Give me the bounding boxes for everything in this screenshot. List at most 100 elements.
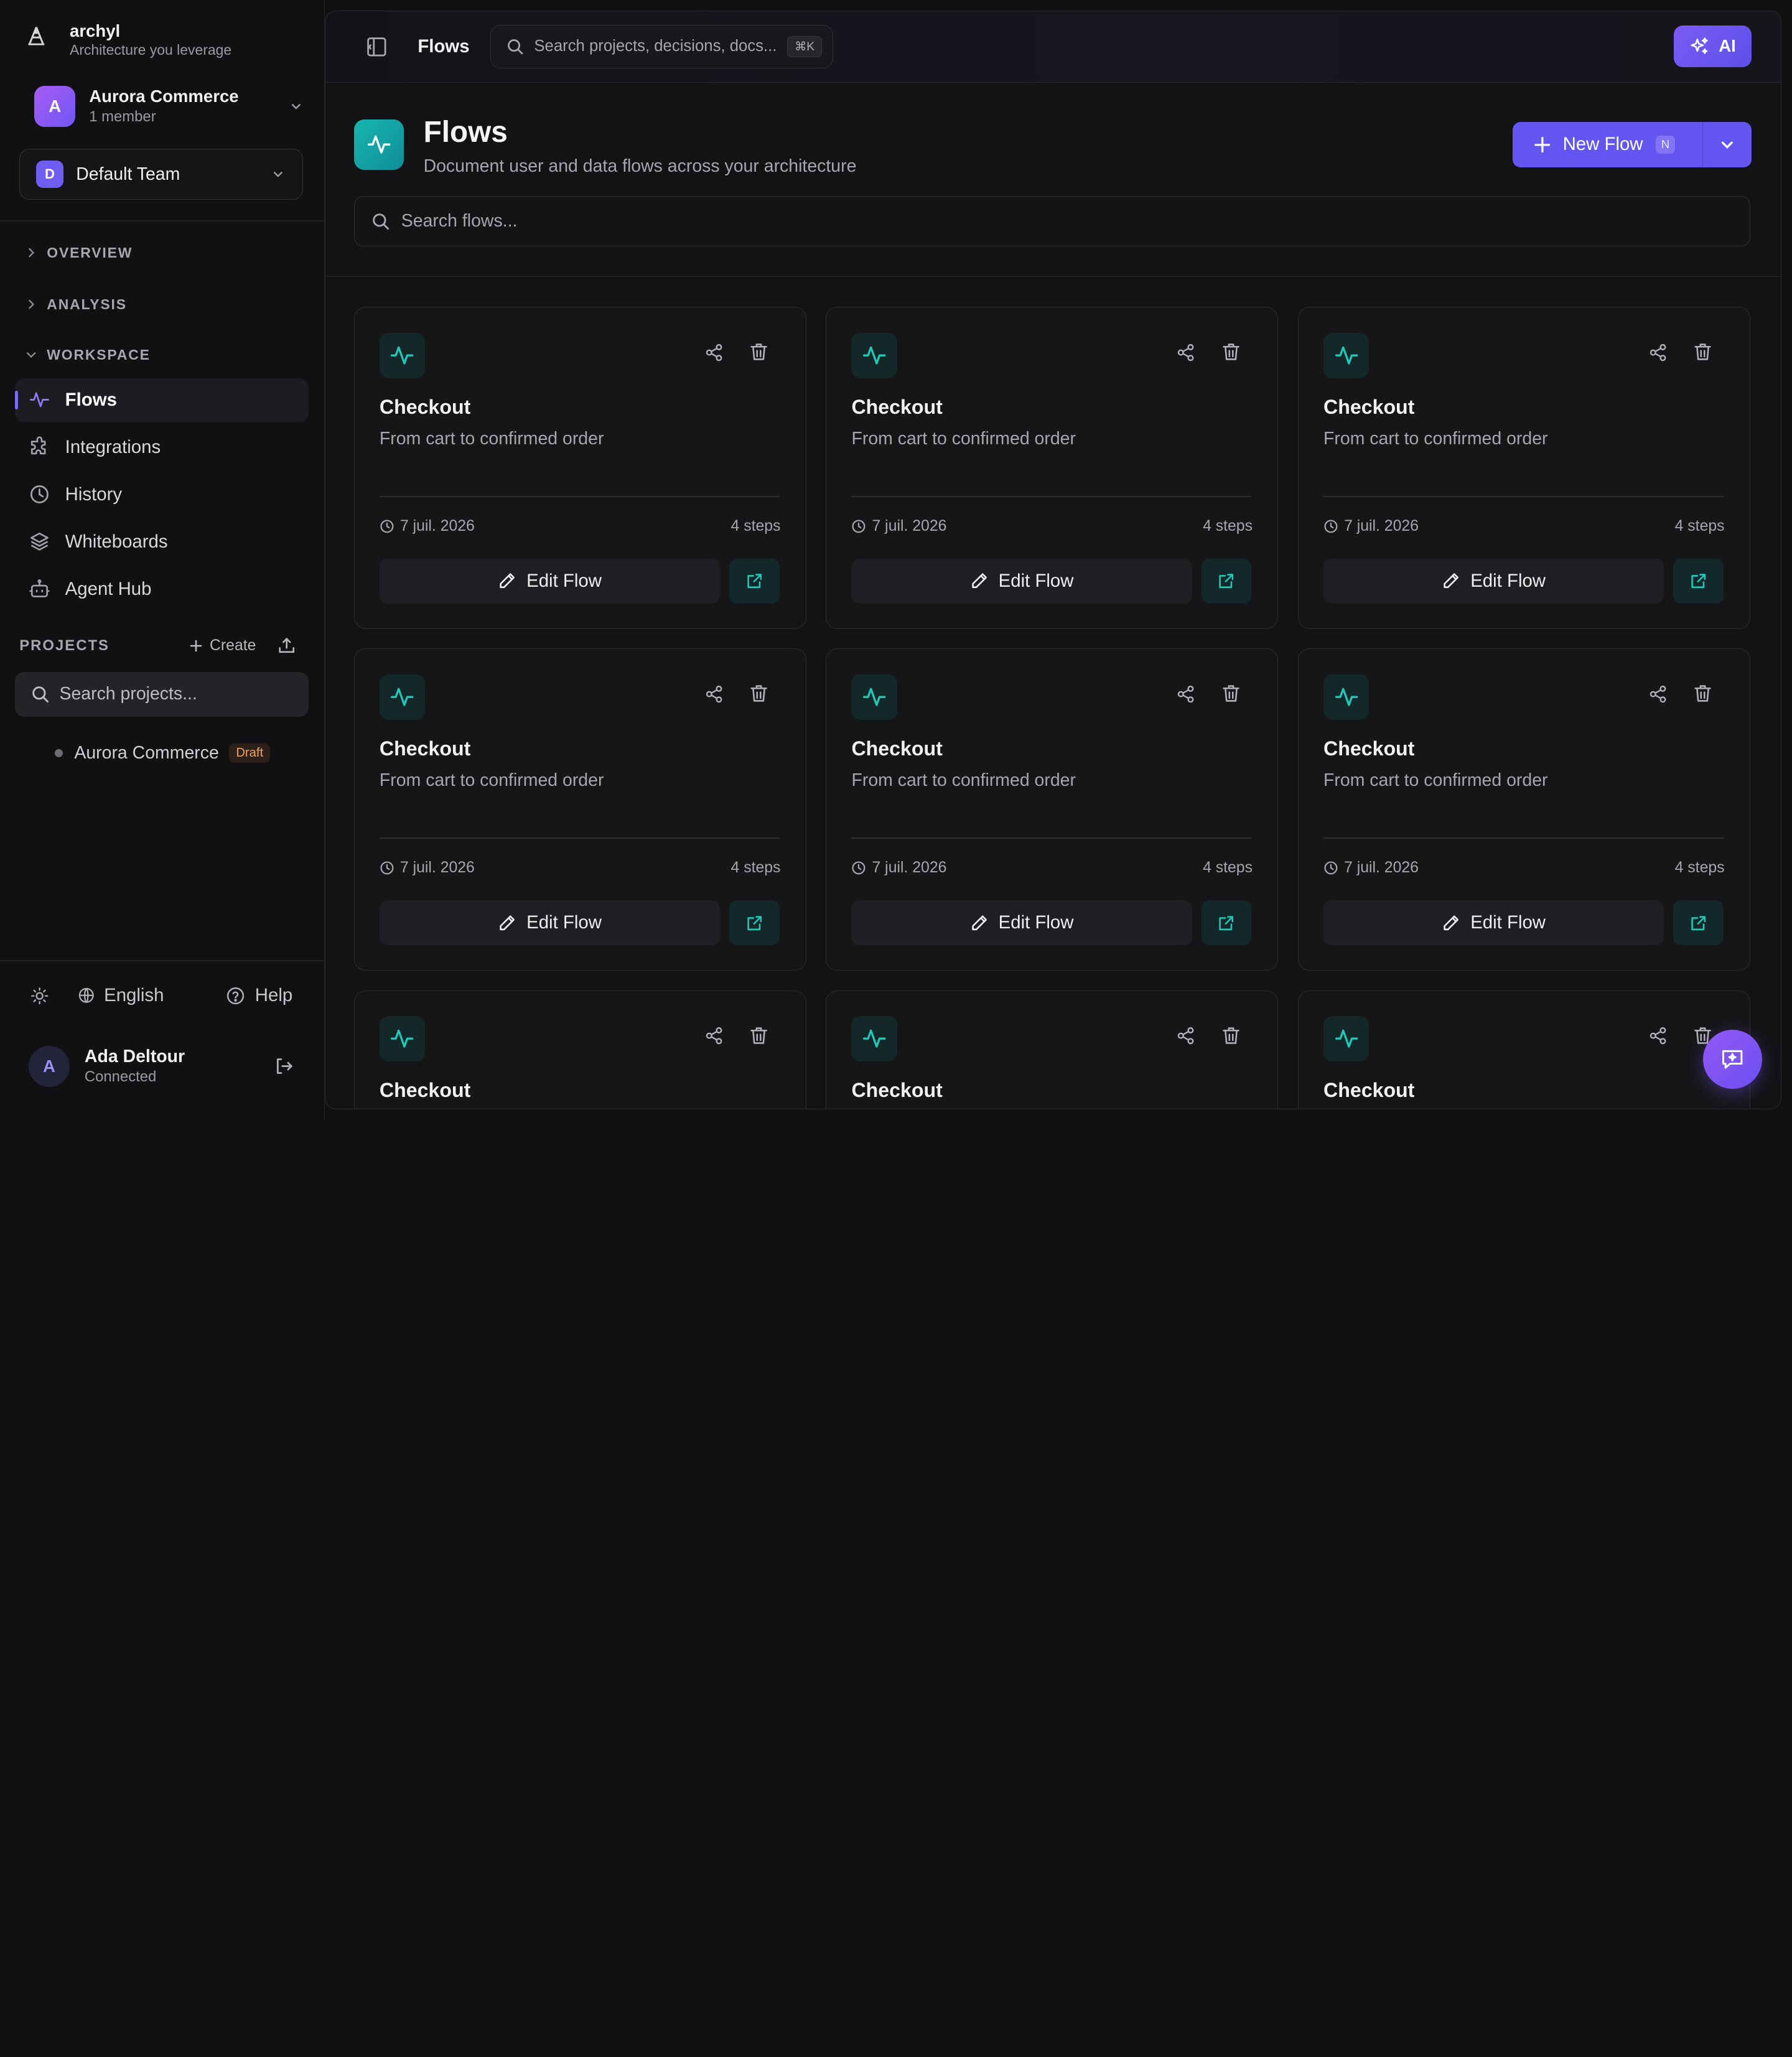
flow-card-title: Checkout <box>851 1078 943 1101</box>
trash-icon[interactable] <box>1221 683 1241 704</box>
flow-card-description: From cart to confirmed order <box>1323 770 1548 791</box>
flow-card-divider <box>1323 496 1724 498</box>
search-icon <box>373 213 390 230</box>
share-icon[interactable] <box>1648 343 1668 362</box>
trash-icon[interactable] <box>749 683 769 704</box>
sidebar-toggle-icon[interactable] <box>365 35 388 58</box>
flow-card[interactable]: Checkout From cart to confirmed order 7 … <box>826 648 1279 971</box>
sidebar-item-agent-hub[interactable]: Agent Hub <box>15 567 309 611</box>
team-select[interactable]: D Default Team <box>19 148 303 200</box>
chevron-right-icon <box>29 299 35 309</box>
trash-icon[interactable] <box>1692 683 1713 704</box>
share-icon[interactable] <box>1176 1026 1195 1045</box>
clock-icon <box>1324 861 1338 875</box>
help-button[interactable]: Help <box>225 985 292 1006</box>
org-switcher[interactable]: A Aurora Commerce 1 member <box>34 85 304 128</box>
global-search-placeholder: Search projects, decisions, docs... <box>534 37 777 55</box>
section-analysis[interactable]: ANALYSIS <box>25 296 126 313</box>
sidebar-item-integrations[interactable]: Integrations <box>15 426 309 469</box>
project-search <box>14 671 309 717</box>
avatar[interactable]: A <box>28 1045 70 1087</box>
flow-card[interactable]: Checkout From cart to confirmed order 7 … <box>826 307 1279 630</box>
ai-button[interactable]: AI <box>1673 26 1752 67</box>
share-icon[interactable] <box>704 684 724 704</box>
flow-card-date: 7 juil. 2026 <box>1323 518 1419 535</box>
sidebar-item-whiteboards[interactable]: Whiteboards <box>15 520 309 564</box>
bot-icon <box>29 579 50 598</box>
theme-toggle[interactable] <box>30 986 49 1005</box>
chat-fab-button[interactable] <box>1702 1029 1763 1089</box>
open-flow-button[interactable] <box>1673 559 1724 604</box>
new-flow-button[interactable]: New Flow N <box>1512 121 1702 168</box>
flow-card-title: Checkout <box>851 737 943 760</box>
edit-flow-button[interactable]: Edit Flow <box>851 559 1192 604</box>
share-icon[interactable] <box>1176 684 1195 704</box>
trash-icon[interactable] <box>1221 342 1241 362</box>
project-item[interactable]: Aurora Commerce Draft <box>55 743 271 763</box>
edit-flow-button[interactable]: Edit Flow <box>1323 900 1664 946</box>
flow-card-divider <box>851 837 1252 839</box>
flow-card-grid: Checkout From cart to confirmed order 7 … <box>353 307 1750 1109</box>
flow-card-description: From cart to confirmed order <box>851 428 1076 449</box>
flow-card[interactable]: Checkout From cart to confirmed order 7 … <box>1297 648 1750 971</box>
pencil-icon <box>1444 915 1459 930</box>
edit-flow-label: Edit Flow <box>526 571 602 592</box>
share-icon[interactable] <box>704 343 724 362</box>
section-workspace[interactable]: WORKSPACE <box>25 347 150 363</box>
create-project-label: Create <box>210 637 256 654</box>
open-flow-button[interactable] <box>729 900 780 946</box>
new-flow-shortcut: N <box>1655 135 1676 154</box>
language-select[interactable]: English <box>78 985 164 1006</box>
app-root: archyl Architecture you leverage A Auror… <box>0 0 1792 1120</box>
edit-flow-label: Edit Flow <box>1470 571 1546 592</box>
flow-card-title: Checkout <box>851 395 943 418</box>
flow-card[interactable]: Checkout From cart to confirmed order 7 … <box>1297 307 1750 630</box>
share-icon[interactable] <box>1648 684 1668 704</box>
flow-search-input[interactable] <box>401 210 1087 231</box>
sidebar-item-history[interactable]: History <box>15 473 309 516</box>
header-subtitle: Document user and data flows across your… <box>423 156 857 176</box>
global-search[interactable]: Search projects, decisions, docs... ⌘K <box>490 24 833 68</box>
flow-card[interactable]: Checkout From cart to confirmed order 7 … <box>353 307 806 630</box>
open-flow-button[interactable] <box>729 559 780 604</box>
projects-title: PROJECTS <box>19 637 110 654</box>
share-icon[interactable] <box>704 1026 724 1045</box>
section-overview[interactable]: OVERVIEW <box>25 245 133 261</box>
activity-icon <box>1335 1030 1358 1048</box>
flow-card[interactable]: Checkout <box>826 990 1279 1109</box>
edit-flow-button[interactable]: Edit Flow <box>379 900 721 946</box>
edit-flow-button[interactable]: Edit Flow <box>1323 559 1664 604</box>
sidebar-divider <box>0 959 324 961</box>
external-link-icon <box>747 915 762 930</box>
edit-flow-button[interactable]: Edit Flow <box>851 900 1192 946</box>
activity-icon <box>391 1030 414 1048</box>
flow-card-date-text: 7 juil. 2026 <box>1344 518 1419 535</box>
flow-card[interactable]: Checkout <box>1297 990 1750 1109</box>
trash-icon[interactable] <box>749 1025 769 1046</box>
project-search-input[interactable] <box>59 684 288 705</box>
flow-card-divider <box>851 496 1252 498</box>
help-label: Help <box>254 985 293 1006</box>
logout-icon[interactable] <box>273 1056 294 1076</box>
open-flow-button[interactable] <box>1201 559 1252 604</box>
upload-icon[interactable] <box>278 637 296 655</box>
flow-card[interactable]: Checkout From cart to confirmed order 7 … <box>353 648 806 971</box>
trash-icon[interactable] <box>1692 342 1713 362</box>
pencil-icon <box>500 573 515 589</box>
new-flow-dropdown[interactable] <box>1702 121 1752 168</box>
trash-icon[interactable] <box>1221 1025 1241 1046</box>
flow-card[interactable]: Checkout <box>353 990 806 1109</box>
share-icon[interactable] <box>1648 1026 1668 1045</box>
sidebar: archyl Architecture you leverage A Auror… <box>0 0 325 1120</box>
create-project-button[interactable]: Create <box>189 637 256 655</box>
trash-icon[interactable] <box>749 342 769 362</box>
flow-card-icon <box>1323 332 1370 379</box>
clock-icon <box>852 861 866 875</box>
open-flow-button[interactable] <box>1201 900 1252 946</box>
open-flow-button[interactable] <box>1673 900 1724 946</box>
brand[interactable]: archyl Architecture you leverage <box>25 21 231 59</box>
edit-flow-button[interactable]: Edit Flow <box>379 559 721 604</box>
sidebar-item-flows[interactable]: Flows <box>14 378 309 422</box>
page-header: Flows Document user and data flows acros… <box>325 83 1781 278</box>
share-icon[interactable] <box>1176 343 1195 362</box>
